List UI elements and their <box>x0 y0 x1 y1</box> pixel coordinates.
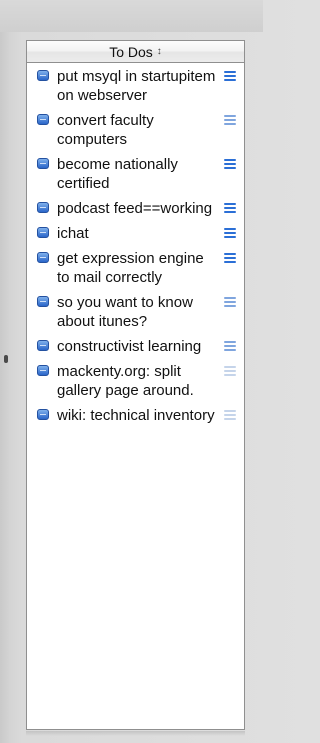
todo-item[interactable]: mackenty.org: split gallery page around. <box>27 358 244 402</box>
window-top-strip <box>0 0 263 32</box>
priority-bar <box>224 341 236 343</box>
priority-bar <box>224 374 236 376</box>
column-header-label: To Dos <box>109 43 153 60</box>
todo-item[interactable]: put msyql in startupitem on webserver <box>27 63 244 107</box>
priority-indicator-icon[interactable] <box>224 253 236 263</box>
todo-item[interactable]: wiki: technical inventory <box>27 402 244 427</box>
todo-item[interactable]: ichat <box>27 220 244 245</box>
priority-bar <box>224 228 236 230</box>
priority-bar <box>224 366 236 368</box>
priority-bar <box>224 232 236 234</box>
todo-checkbox[interactable] <box>37 252 49 263</box>
todo-text: put msyql in startupitem on webserver <box>57 68 216 104</box>
priority-indicator-icon[interactable] <box>224 366 236 376</box>
todo-checkbox[interactable] <box>37 114 49 125</box>
priority-bar <box>224 410 236 412</box>
todo-window: To Dos ↕ put msyql in startupitem on web… <box>0 0 263 743</box>
todo-text: so you want to know about itunes? <box>57 294 193 330</box>
priority-indicator-icon[interactable] <box>224 71 236 81</box>
todo-text: constructivist learning <box>57 338 202 355</box>
priority-indicator-icon[interactable] <box>224 341 236 351</box>
todo-text: become nationally certified <box>57 156 178 192</box>
priority-bar <box>224 207 236 209</box>
todo-item[interactable]: become nationally certified <box>27 151 244 195</box>
priority-bar <box>224 297 236 299</box>
priority-bar <box>224 414 236 416</box>
todo-item[interactable]: so you want to know about itunes? <box>27 289 244 333</box>
priority-bar <box>224 349 236 351</box>
todo-text: get expression engine to mail correctly <box>57 250 204 286</box>
priority-bar <box>224 370 236 372</box>
priority-bar <box>224 71 236 73</box>
priority-bar <box>224 75 236 77</box>
priority-bar <box>224 345 236 347</box>
todo-text: wiki: technical inventory <box>57 407 215 424</box>
todo-text: convert faculty computers <box>57 112 154 148</box>
todo-checkbox[interactable] <box>37 365 49 376</box>
priority-bar <box>224 159 236 161</box>
todo-item[interactable]: convert faculty computers <box>27 107 244 151</box>
priority-bar <box>224 418 236 420</box>
column-header-to-dos[interactable]: To Dos ↕ <box>27 41 244 63</box>
todo-text: podcast feed==working <box>57 200 213 217</box>
priority-bar <box>224 211 236 213</box>
todo-checkbox[interactable] <box>37 340 49 351</box>
todo-checkbox[interactable] <box>37 158 49 169</box>
priority-indicator-icon[interactable] <box>224 159 236 169</box>
priority-bar <box>224 167 236 169</box>
todo-checkbox[interactable] <box>37 409 49 420</box>
priority-indicator-icon[interactable] <box>224 115 236 125</box>
priority-indicator-icon[interactable] <box>224 297 236 307</box>
priority-bar <box>224 261 236 263</box>
sort-arrows-icon: ↕ <box>156 45 162 57</box>
priority-indicator-icon[interactable] <box>224 410 236 420</box>
priority-bar <box>224 163 236 165</box>
priority-bar <box>224 253 236 255</box>
priority-indicator-icon[interactable] <box>224 203 236 213</box>
todo-item[interactable]: constructivist learning <box>27 333 244 358</box>
todo-panel: To Dos ↕ put msyql in startupitem on web… <box>26 40 245 730</box>
priority-bar <box>224 79 236 81</box>
priority-bar <box>224 123 236 125</box>
todo-checkbox[interactable] <box>37 70 49 81</box>
priority-indicator-icon[interactable] <box>224 228 236 238</box>
priority-bar <box>224 257 236 259</box>
todo-text: ichat <box>57 225 89 242</box>
todo-item[interactable]: podcast feed==working <box>27 195 244 220</box>
todo-item[interactable]: get expression engine to mail correctly <box>27 245 244 289</box>
todo-checkbox[interactable] <box>37 227 49 238</box>
priority-bar <box>224 115 236 117</box>
todo-checkbox[interactable] <box>37 296 49 307</box>
priority-bar <box>224 236 236 238</box>
priority-bar <box>224 203 236 205</box>
priority-bar <box>224 305 236 307</box>
priority-bar <box>224 119 236 121</box>
priority-bar <box>224 301 236 303</box>
resize-handle[interactable] <box>4 355 8 363</box>
todo-text: mackenty.org: split gallery page around. <box>57 363 194 399</box>
todo-checkbox[interactable] <box>37 202 49 213</box>
panel-shadow <box>26 731 245 736</box>
todo-list: put msyql in startupitem on webserver con… <box>27 63 244 427</box>
